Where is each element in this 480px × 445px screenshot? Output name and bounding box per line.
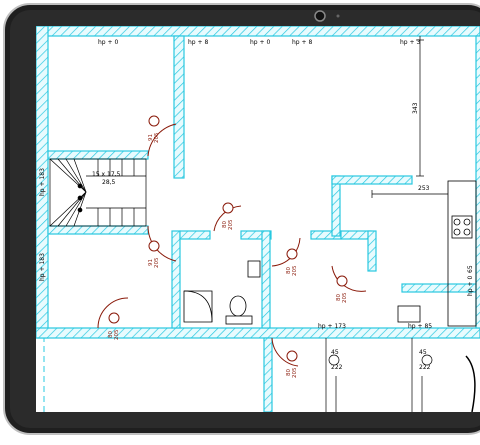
door-height-label: 205 [228,219,234,230]
level-mark-7: hp + 85 [408,323,432,330]
camera-icon [314,10,326,22]
door-height-label: 205 [292,265,298,276]
door-tag-circle [148,115,160,127]
stair-tread-text: 15 x 17,5 [92,171,121,178]
level-mark-4: hp + 8 [292,39,312,46]
stair-rise-text: 28,5 [102,179,116,186]
door-tag-circle [336,275,348,287]
floor-plan-screen[interactable]: 91 205 91 205 80 205 80 205 80 205 80 205 80 205 hp +… [36,26,480,412]
lower-number-4: 222 [419,364,431,371]
stair-level-1: hp + 183 [39,168,46,196]
door-tag-circle [286,350,298,362]
bathroom-fixtures [183,260,261,325]
level-mark-1: hp + 0 [98,39,118,46]
stair-level-2: hp + 183 [39,253,46,281]
level-mark-2: hp + 8 [188,39,208,46]
kitchen-counter [397,180,477,327]
door-height-label: 205 [154,132,160,143]
door-tag-circle [222,202,234,214]
door-height-label: 205 [154,257,160,268]
level-mark-6: hp + 173 [318,323,346,330]
level-mark-3: hp + 0 [250,39,270,46]
door-height-label: 205 [114,329,120,340]
door-height-label: 205 [342,292,348,303]
dimension-vertical: 343 [412,102,419,114]
door-tag-circle [286,248,298,260]
walls [36,26,480,412]
door-tag-circle [148,240,160,252]
floor-plan-drawing[interactable]: 91 20591 20580 20580 20580 20580 20580 205 hp +… [36,26,480,412]
dimensions [371,36,448,198]
sensor-icon [336,14,340,18]
stairs [49,158,147,227]
dimension-horizontal: 253 [418,185,430,192]
side-mark-2: hp + 0 [467,276,474,296]
door-tag-circle [108,312,120,324]
side-mark-1: 65 [467,265,474,273]
lower-floor-outline [325,338,476,412]
door-height-label: 205 [292,367,298,378]
level-mark-5: hp + 3 [400,39,420,46]
